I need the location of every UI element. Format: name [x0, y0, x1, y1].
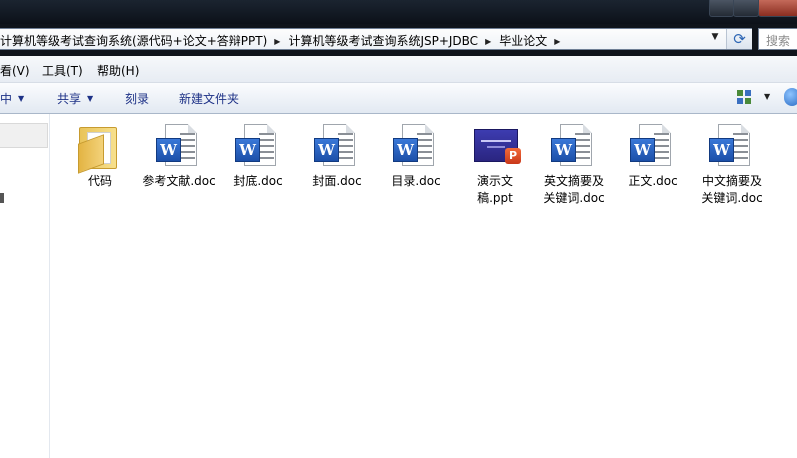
share-button[interactable]: 共享 ▼	[57, 90, 93, 107]
file-item-word[interactable]: W 中文摘要及关键词.doc	[692, 123, 772, 207]
command-bar: 中 ▼ 共享 ▼ 刻录 新建文件夹 ▼	[0, 83, 797, 114]
file-item-word[interactable]: W 参考文献.doc	[139, 123, 219, 190]
word-document-icon: W	[550, 123, 598, 171]
minimize-button[interactable]	[709, 0, 734, 17]
file-item-powerpoint[interactable]: P 演示文稿.ppt	[455, 123, 535, 207]
include-in-library-label: 中	[0, 92, 13, 106]
share-label: 共享	[57, 92, 82, 106]
word-document-icon: W	[234, 123, 282, 171]
window-title-bar	[0, 0, 797, 24]
burn-button[interactable]: 刻录	[125, 90, 149, 107]
word-document-icon: W	[708, 123, 756, 171]
refresh-icon[interactable]: ⟳	[726, 29, 752, 49]
folder-icon	[76, 123, 124, 174]
nav-item-partial[interactable]	[0, 193, 4, 203]
word-document-icon: W	[313, 123, 361, 171]
nav-selected-item[interactable]	[0, 123, 48, 148]
breadcrumb-item[interactable]: 计算机等级考试查询系统JSP+JDBC	[288, 32, 478, 49]
word-document-icon: W	[629, 123, 677, 171]
file-name: 封底.doc	[233, 174, 283, 188]
file-name: 封面.doc	[312, 174, 362, 188]
chevron-right-icon[interactable]: ▶	[485, 37, 491, 46]
navigation-pane[interactable]	[0, 114, 50, 458]
menu-help[interactable]: 帮助(H)	[97, 62, 139, 79]
file-name: 代码	[87, 174, 112, 188]
file-list: 代码 W 参考文献.doc W 封底.doc W 封面.doc W 目录.doc	[50, 114, 797, 458]
address-row: 计算机等级考试查询系统(源代码+论文+答辩PPT) ▶ 计算机等级考试查询系统JSP…	[0, 24, 797, 56]
powerpoint-icon: P	[471, 123, 521, 171]
change-view-icon[interactable]	[737, 90, 751, 104]
file-name: 目录.doc	[391, 174, 441, 188]
file-item-word[interactable]: W 目录.doc	[376, 123, 456, 190]
maximize-button[interactable]	[733, 0, 759, 17]
view-options-dropdown-icon[interactable]: ▼	[764, 92, 770, 101]
file-item-word[interactable]: W 封面.doc	[297, 123, 377, 190]
close-button[interactable]	[758, 0, 797, 17]
address-bar[interactable]: 计算机等级考试查询系统(源代码+论文+答辩PPT) ▶ 计算机等级考试查询系统JSP…	[0, 28, 752, 50]
file-item-word[interactable]: W 正文.doc	[613, 123, 693, 190]
chevron-down-icon: ▼	[87, 94, 94, 103]
file-name: 参考文献.doc	[142, 174, 216, 188]
chevron-right-icon[interactable]: ▶	[554, 37, 560, 46]
search-placeholder: 搜索	[766, 34, 791, 48]
breadcrumb-item-current[interactable]: 毕业论文	[499, 32, 547, 49]
breadcrumb-item[interactable]: 计算机等级考试查询系统(源代码+论文+答辩PPT)	[0, 32, 267, 49]
file-name: 正文.doc	[628, 174, 678, 188]
file-name: 英文摘要及关键词.doc	[543, 174, 605, 205]
chevron-right-icon[interactable]: ▶	[274, 37, 280, 46]
file-item-folder[interactable]: 代码	[60, 123, 140, 190]
chevron-down-icon: ▼	[18, 94, 25, 103]
word-document-icon: W	[392, 123, 440, 171]
menu-bar: 看(V) 工具(T) 帮助(H)	[0, 56, 797, 83]
file-name: 中文摘要及关键词.doc	[701, 174, 763, 205]
file-item-word[interactable]: W 英文摘要及关键词.doc	[534, 123, 614, 207]
word-document-icon: W	[155, 123, 203, 171]
address-history-dropdown-icon[interactable]: ▼	[708, 32, 722, 46]
menu-tools[interactable]: 工具(T)	[42, 62, 83, 79]
menu-view[interactable]: 看(V)	[0, 62, 30, 79]
file-name: 演示文稿.ppt	[476, 174, 513, 205]
include-in-library-button[interactable]: 中 ▼	[0, 90, 24, 107]
file-item-word[interactable]: W 封底.doc	[218, 123, 298, 190]
new-folder-button[interactable]: 新建文件夹	[179, 90, 239, 107]
help-icon[interactable]	[784, 88, 797, 106]
search-input[interactable]: 搜索	[758, 28, 797, 50]
breadcrumb: 计算机等级考试查询系统(源代码+论文+答辩PPT) ▶ 计算机等级考试查询系统JSP…	[0, 32, 568, 49]
